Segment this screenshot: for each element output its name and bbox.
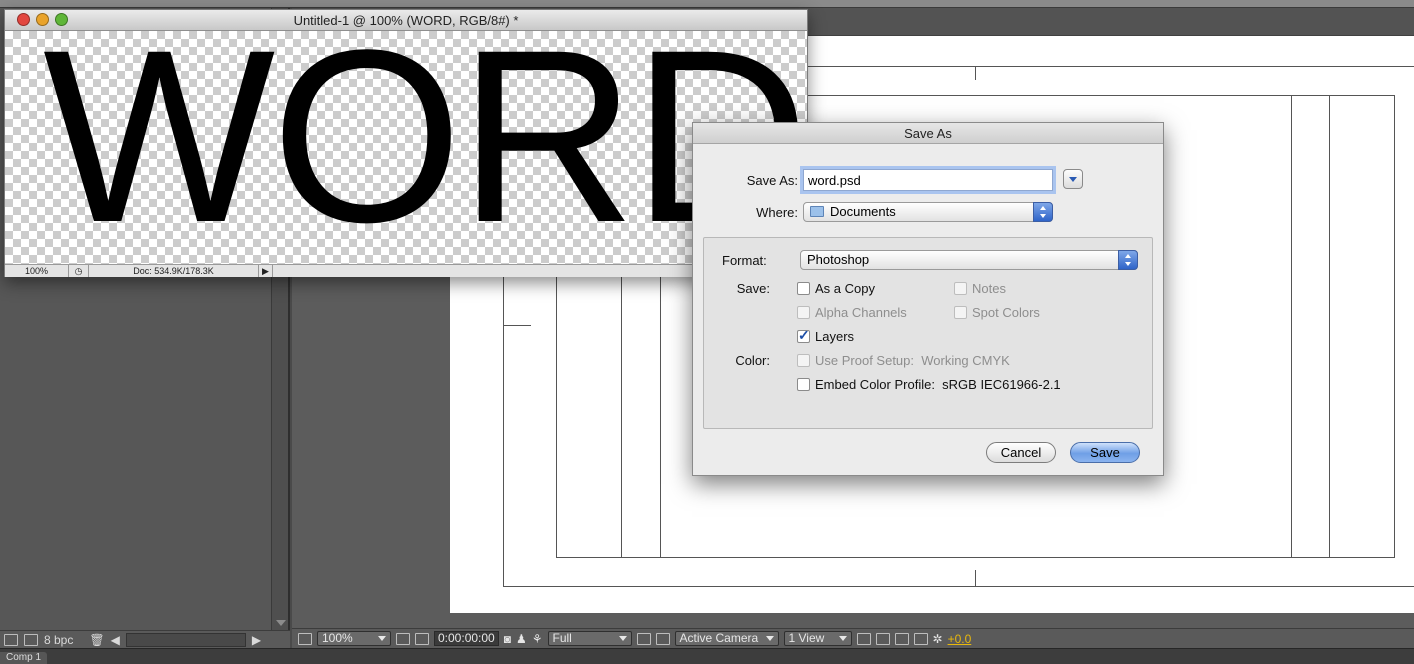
ae-top-menubar — [0, 0, 1414, 8]
expand-dialog-button[interactable] — [1063, 169, 1083, 189]
zoom-icon[interactable] — [55, 13, 68, 26]
resolution-dropdown[interactable]: Full — [547, 631, 632, 646]
save-as-label: Save As: — [746, 173, 798, 188]
where-popup[interactable]: Documents — [803, 202, 1053, 222]
timeline-icon[interactable] — [894, 632, 909, 645]
magnification-dropdown[interactable]: 100% — [317, 631, 391, 646]
checkbox-box[interactable] — [954, 306, 967, 319]
folder-icon[interactable] — [4, 633, 18, 646]
chevron-down-icon — [1069, 177, 1077, 182]
exposure-value[interactable]: +0.0 — [948, 632, 972, 646]
use-proof-setup-checkbox[interactable]: Use Proof Setup: Working CMYK — [797, 353, 1010, 368]
document-canvas[interactable]: WORD — [5, 31, 807, 264]
horizontal-scrollbar[interactable] — [125, 632, 246, 647]
checkbox-box[interactable] — [954, 282, 967, 295]
save-as-dialog: Save As Save As: Where: Documents Format… — [692, 122, 1164, 476]
scroll-right-icon[interactable]: ▶ — [252, 633, 261, 647]
title-safe-right — [1394, 95, 1395, 557]
scroll-left-icon[interactable]: ◀ — [111, 633, 120, 647]
reset-exposure-icon[interactable]: ✲ — [933, 632, 943, 646]
embed-color-profile-checkbox[interactable]: Embed Color Profile: sRGB IEC61966-2.1 — [797, 377, 1061, 392]
document-statusbar: 100% ◷ Doc: 534.9K/178.3K ▶ — [5, 264, 807, 277]
view-layout-dropdown[interactable]: 1 View — [783, 631, 852, 646]
status-expand-icon[interactable]: ▶ — [259, 265, 273, 277]
save-options-label: Save: — [736, 281, 770, 296]
center-tick-top — [975, 66, 976, 80]
where-label: Where: — [756, 205, 798, 220]
document-title: Untitled-1 @ 100% (WORD, RGB/8#) * — [293, 13, 519, 28]
filename-input[interactable] — [803, 169, 1053, 191]
layer-guide-4 — [1329, 95, 1330, 557]
layer-guide-3 — [1291, 95, 1292, 557]
checkbox-box[interactable] — [797, 378, 810, 391]
timecode-field[interactable]: 0:00:00:00 — [434, 631, 499, 646]
checkbox-box[interactable] — [797, 306, 810, 319]
cancel-button[interactable]: Cancel — [986, 442, 1056, 463]
popup-stepper-icon — [1033, 202, 1053, 222]
tab-comp-1[interactable]: Comp 1 — [0, 652, 48, 664]
status-menu-icon[interactable]: ◷ — [69, 265, 89, 277]
save-button[interactable]: Save — [1070, 442, 1140, 463]
safe-guide-bottom — [503, 586, 1414, 587]
checkbox-box[interactable] — [797, 282, 810, 295]
chevron-down-icon — [618, 636, 627, 641]
popup-stepper-icon — [1118, 250, 1138, 270]
timeline-panel-header — [0, 648, 1414, 664]
as-a-copy-checkbox[interactable]: As a Copy — [797, 281, 875, 296]
toggle-pixel-aspect-icon[interactable] — [856, 632, 871, 645]
format-label: Format: — [722, 253, 767, 268]
format-popup[interactable]: Photoshop — [800, 250, 1138, 270]
center-tick-left — [503, 325, 531, 326]
bpc-label[interactable]: 8 bpc — [44, 633, 73, 647]
folder-icon — [810, 206, 824, 217]
trash-icon[interactable]: 🗑 — [89, 633, 104, 647]
photoshop-document-window: Untitled-1 @ 100% (WORD, RGB/8#) * WORD … — [4, 9, 808, 277]
transparency-grid-icon[interactable] — [655, 632, 670, 645]
chevron-down-icon — [765, 636, 774, 641]
flowchart-icon[interactable] — [913, 632, 928, 645]
spot-colors-checkbox[interactable]: Spot Colors — [954, 305, 1040, 320]
notes-checkbox[interactable]: Notes — [954, 281, 1006, 296]
camera-view-dropdown[interactable]: Active Camera — [674, 631, 779, 646]
composition-icon[interactable] — [24, 633, 38, 646]
document-size-info: Doc: 534.9K/178.3K — [89, 265, 259, 277]
viewer-toolbar: 100% 0:00:00:00 ◙ ♟ ⚘ Full Active Camera… — [292, 628, 1414, 648]
minimize-icon[interactable] — [36, 13, 49, 26]
region-of-interest-icon[interactable] — [636, 632, 651, 645]
always-preview-icon[interactable] — [298, 632, 312, 645]
show-snapshot-icon[interactable]: ♟ — [516, 632, 527, 646]
close-icon[interactable] — [17, 13, 30, 26]
color-options-label: Color: — [735, 353, 770, 368]
camera-snapshot-icon[interactable]: ◙ — [504, 632, 511, 646]
layers-checkbox[interactable]: Layers — [797, 327, 854, 344]
alpha-channels-checkbox[interactable]: Alpha Channels — [797, 305, 907, 320]
center-tick-bottom — [975, 570, 976, 586]
mask-visibility-icon[interactable] — [415, 632, 429, 645]
document-titlebar[interactable]: Untitled-1 @ 100% (WORD, RGB/8#) * — [5, 10, 807, 31]
color-channels-icon[interactable]: ⚘ — [532, 632, 543, 646]
grid-guides-icon[interactable] — [396, 632, 410, 645]
project-panel-toolbar: 8 bpc 🗑 ◀ ▶ — [0, 630, 290, 648]
format-options-box: Format: Photoshop Save: As a Copy Notes … — [703, 237, 1153, 429]
dialog-title: Save As — [693, 123, 1163, 144]
checkbox-box[interactable] — [797, 354, 810, 367]
title-safe-bottom — [556, 557, 1395, 558]
scroll-down-icon[interactable] — [276, 620, 286, 626]
fast-previews-icon[interactable] — [875, 632, 890, 645]
zoom-level[interactable]: 100% — [5, 265, 69, 277]
checkbox-box[interactable] — [797, 327, 810, 344]
chevron-down-icon — [838, 636, 847, 641]
chevron-down-icon — [378, 636, 386, 641]
